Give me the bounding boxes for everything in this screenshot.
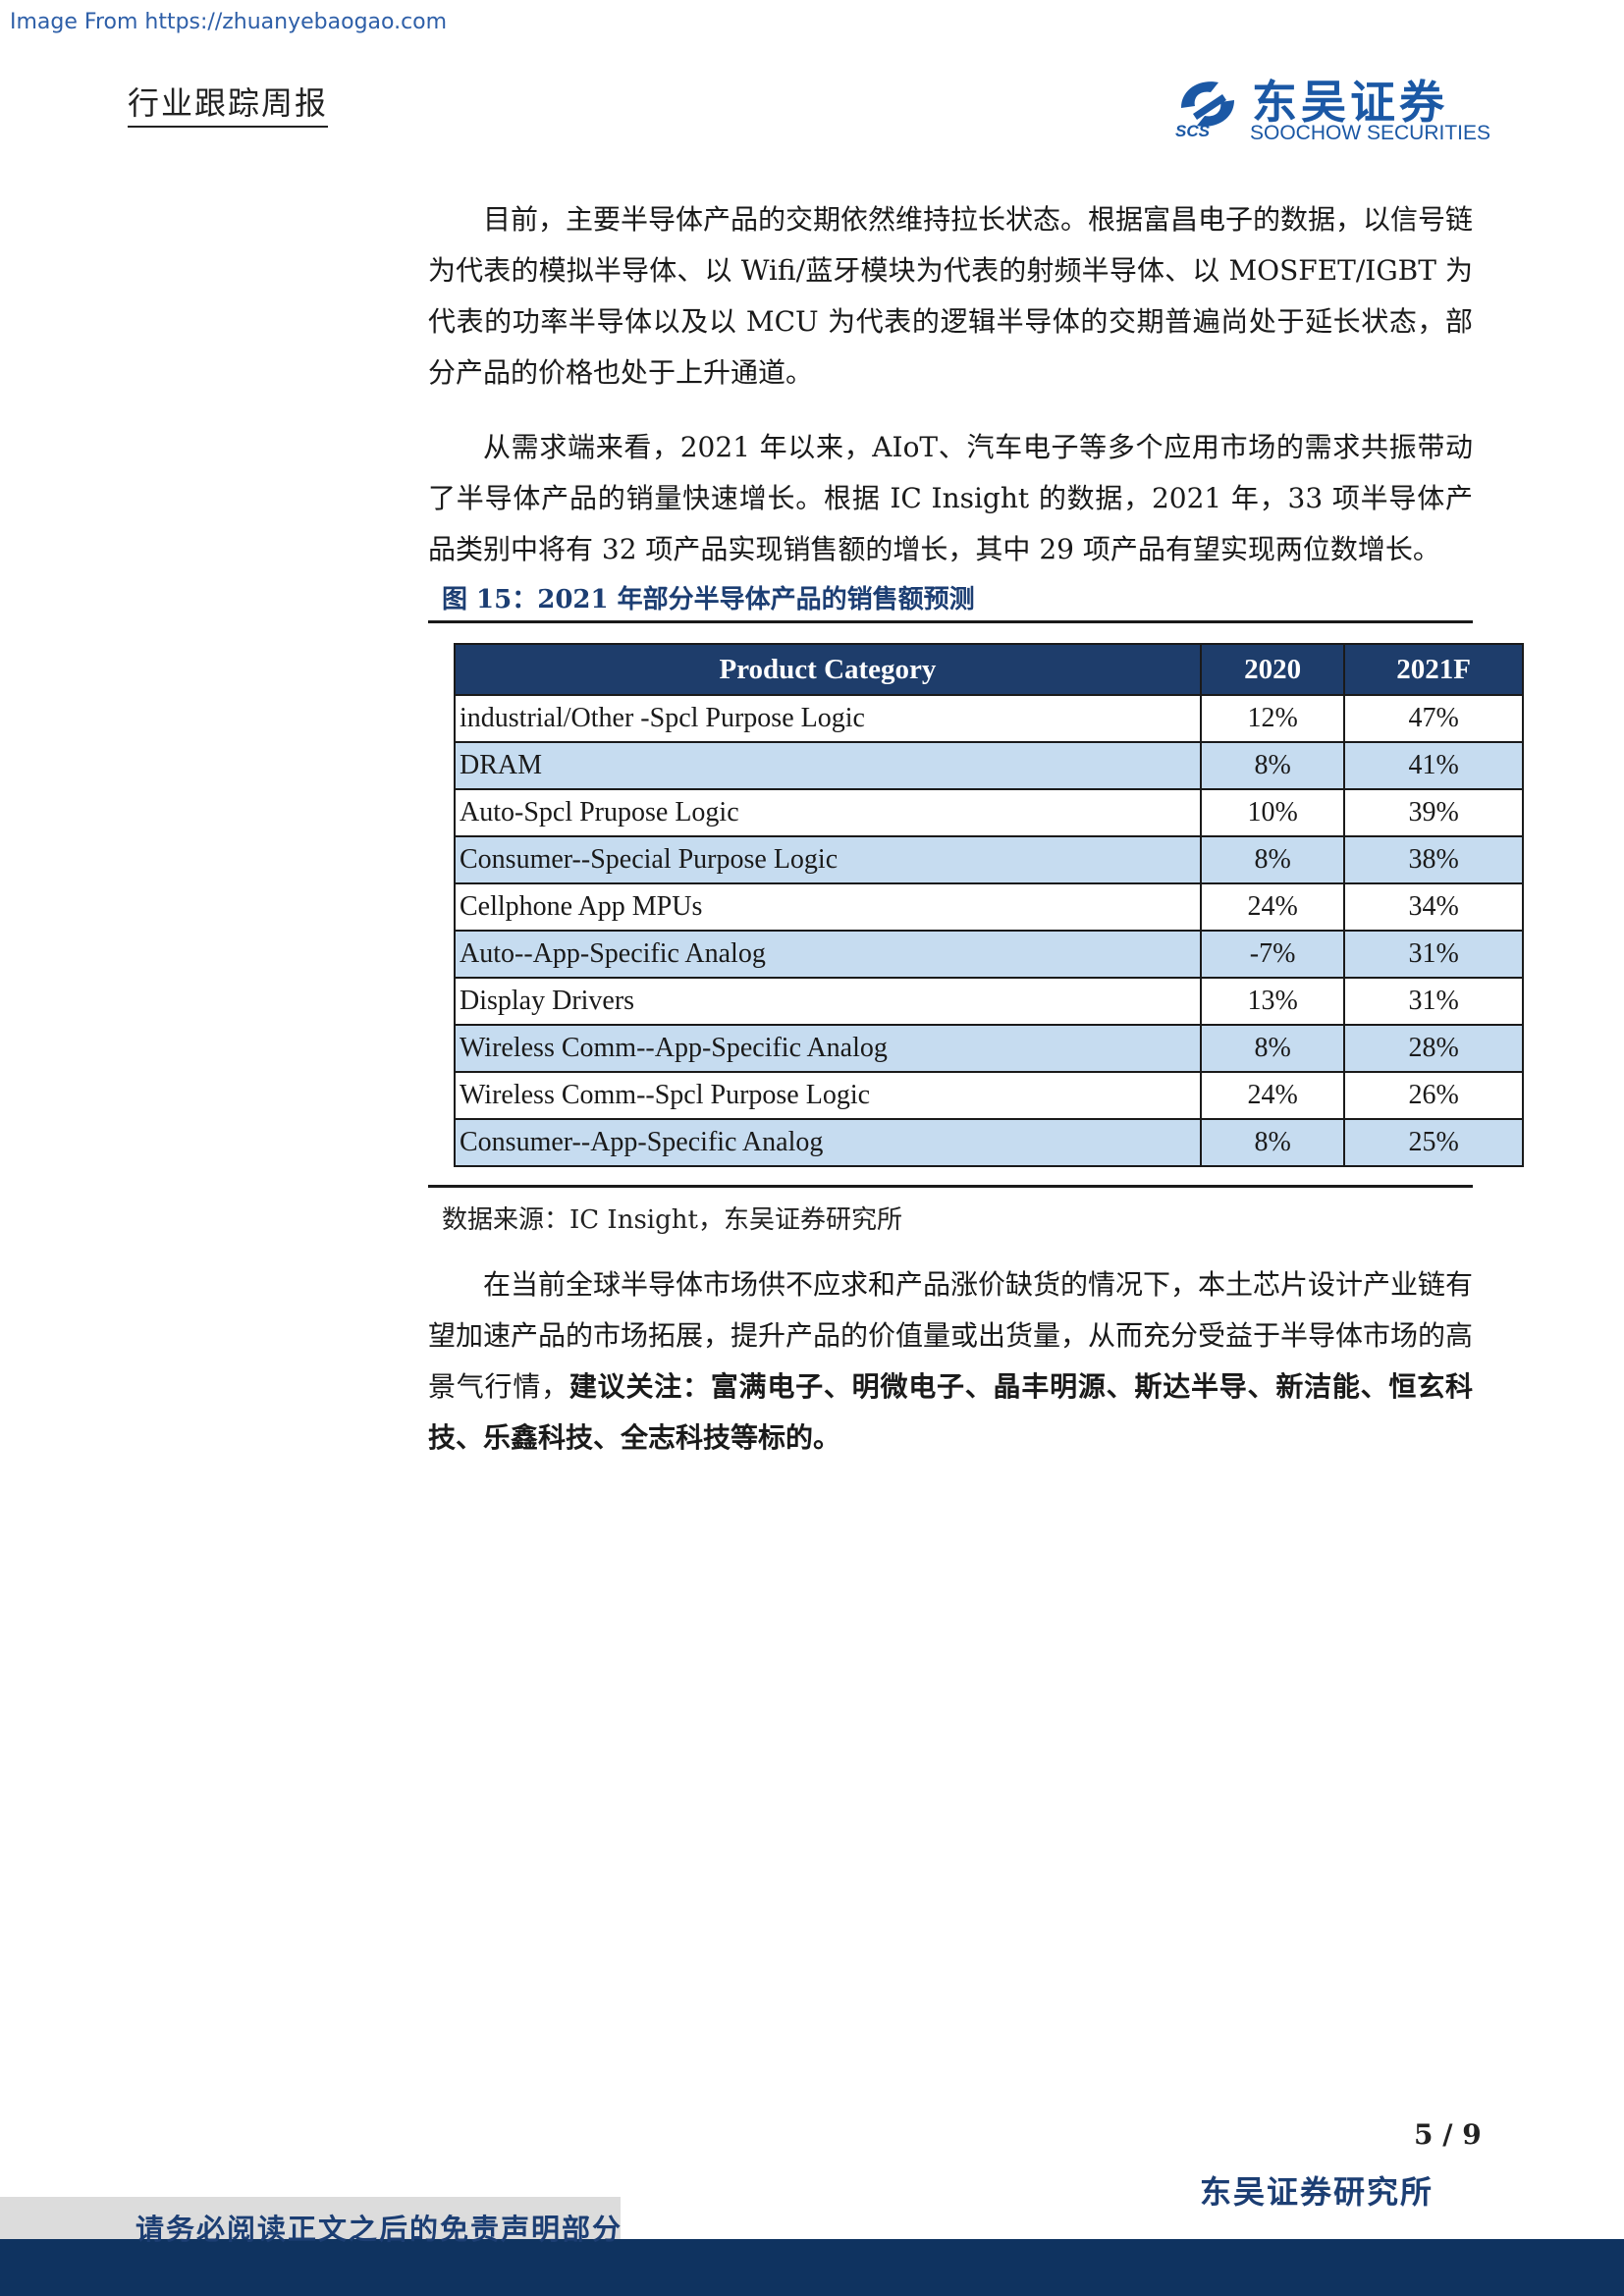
logo-abbreviation: SCS	[1175, 122, 1210, 140]
report-type-title: 行业跟踪周报	[128, 79, 329, 128]
cell-2021f: 25%	[1343, 1118, 1524, 1167]
paragraph-demand: 从需求端来看，2021 年以来，AIoT、汽车电子等多个应用市场的需求共振带动了…	[428, 431, 1473, 565]
paragraph-lead-time: 目前，主要半导体产品的交期依然维持拉长状态。根据富昌电子的数据，以信号链为代表的…	[428, 203, 1474, 389]
logo-english-name: SOOCHOW SECURITIES	[1250, 122, 1491, 144]
figure-source: 数据来源：IC Insight，东吴证券研究所	[442, 1205, 902, 1235]
table-row: Cellphone App MPUs 24% 34%	[454, 882, 1524, 932]
cell-category: Wireless Comm--App-Specific Analog	[454, 1024, 1202, 1073]
cell-category: Consumer--App-Specific Analog	[454, 1118, 1202, 1167]
cell-2020: 13%	[1199, 977, 1346, 1026]
figure-title: 图 15：2021 年部分半导体产品的销售额预测	[442, 585, 975, 614]
cell-category: Display Drivers	[454, 977, 1202, 1026]
header-product-category: Product Category	[454, 643, 1202, 696]
cell-2021f: 39%	[1343, 788, 1524, 837]
cell-2020: 24%	[1199, 882, 1346, 932]
cell-category: Auto-Spcl Prupose Logic	[454, 788, 1202, 837]
main-content: 目前，主要半导体产品的交期依然维持拉长状态。根据富昌电子的数据，以信号链为代表的…	[428, 194, 1524, 1464]
table-row: Wireless Comm--App-Specific Analog 8% 28…	[454, 1024, 1524, 1073]
cell-2021f: 34%	[1343, 882, 1524, 932]
table-row: Display Drivers 13% 31%	[454, 977, 1524, 1026]
cell-2021f: 28%	[1343, 1024, 1524, 1073]
table-row: industrial/Other -Spcl Purpose Logic 12%…	[454, 694, 1524, 743]
table-row: Auto--App-Specific Analog -7% 31%	[454, 930, 1524, 979]
institute-name: 东吴证券研究所	[1200, 2173, 1435, 2211]
cell-2020: 24%	[1199, 1071, 1346, 1120]
table-row: Consumer--Special Purpose Logic 8% 38%	[454, 835, 1524, 884]
cell-category: Wireless Comm--Spcl Purpose Logic	[454, 1071, 1202, 1120]
cell-2020: 10%	[1199, 788, 1346, 837]
cell-2020: 12%	[1199, 694, 1346, 743]
cell-category: industrial/Other -Spcl Purpose Logic	[454, 694, 1202, 743]
cell-2021f: 31%	[1343, 977, 1524, 1026]
cell-2020: 8%	[1199, 1024, 1346, 1073]
cell-2021f: 47%	[1343, 694, 1524, 743]
table-row: Wireless Comm--Spcl Purpose Logic 24% 26…	[454, 1071, 1524, 1120]
page-number: 5 / 9	[1414, 2118, 1482, 2151]
footer-disclaimer-text: 请务必阅读正文之后的免责声明部分	[135, 2213, 623, 2246]
table-row: DRAM 8% 41%	[454, 741, 1524, 790]
cell-2020: 8%	[1199, 835, 1346, 884]
cell-2021f: 26%	[1343, 1071, 1524, 1120]
cell-2021f: 31%	[1343, 930, 1524, 979]
cell-2021f: 38%	[1343, 835, 1524, 884]
cell-category: Consumer--Special Purpose Logic	[454, 835, 1202, 884]
company-logo: 东吴证券 SCS SOOCHOW SECURITIES	[1173, 71, 1497, 149]
cell-category: DRAM	[454, 741, 1202, 790]
cell-2020: 8%	[1199, 741, 1346, 790]
table-row: Consumer--App-Specific Analog 8% 25%	[454, 1118, 1524, 1167]
cell-2021f: 41%	[1343, 741, 1524, 790]
cell-2020: 8%	[1199, 1118, 1346, 1167]
cell-2020: -7%	[1199, 930, 1346, 979]
cell-category: Cellphone App MPUs	[454, 882, 1202, 932]
table-header-row: Product Category 2020 2021F	[454, 643, 1524, 696]
paragraph-recommendation: 在当前全球半导体市场供不应求和产品涨价缺货的情况下，本土芯片设计产业链有望加速产…	[428, 1259, 1473, 1464]
figure-container: Product Category 2020 2021F industrial/O…	[428, 620, 1524, 1188]
recommendation-bold: 建议关注：富满电子、明微电子、晶丰明源、斯达半导、新洁能、恒玄科技、乐鑫科技、全…	[428, 1370, 1473, 1454]
header-2021f: 2021F	[1343, 643, 1524, 696]
sales-forecast-table: Product Category 2020 2021F industrial/O…	[454, 643, 1524, 1167]
watermark-text: Image From https://zhuanyebaogao.com	[10, 10, 448, 34]
cell-category: Auto--App-Specific Analog	[454, 930, 1202, 979]
table-row: Auto-Spcl Prupose Logic 10% 39%	[454, 788, 1524, 837]
header-2020: 2020	[1199, 643, 1346, 696]
